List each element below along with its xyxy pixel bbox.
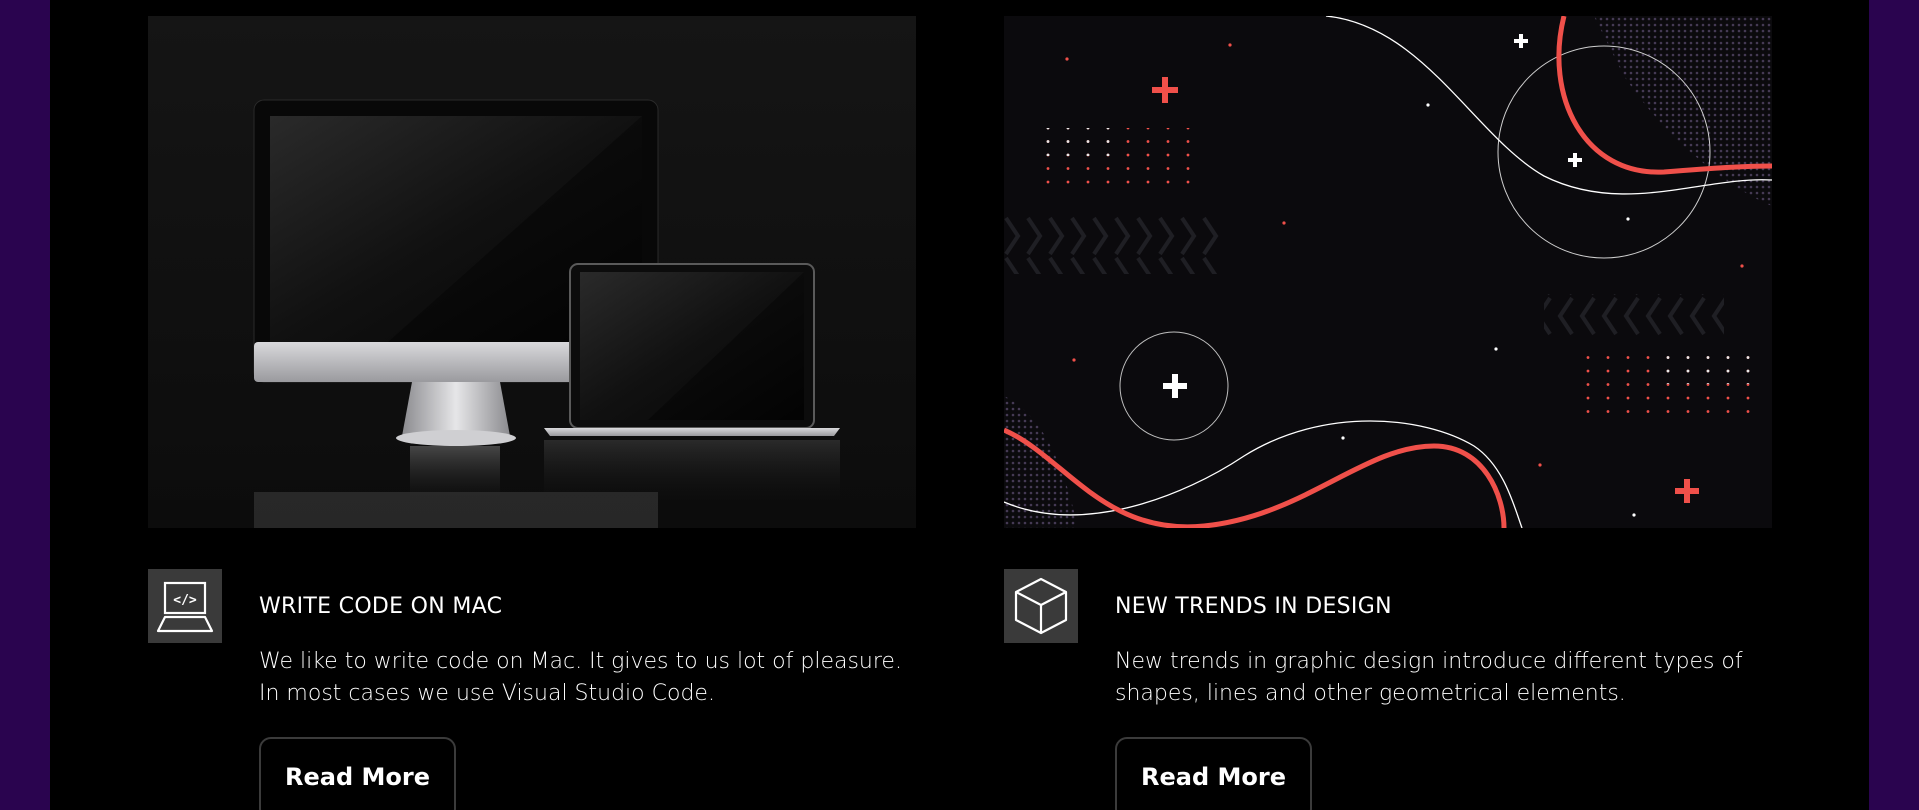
card-description-line: New trends in graphic design introduce d… [1115,649,1743,674]
card-title: WRITE CODE ON MAC [259,594,503,619]
cube-icon [1004,569,1078,643]
mac-devices-image [148,16,916,528]
read-more-button[interactable]: Read More [259,737,456,810]
geometric-design-image [1004,16,1772,528]
geometric-design-illustration [1004,16,1772,528]
card-description: New trends in graphic design introduce d… [1115,646,1755,710]
card-description-line: We like to write code on Mac. It gives t… [259,649,902,674]
page-container: </> WRITE CODE ON MAC We like to write c… [50,0,1869,810]
read-more-button[interactable]: Read More [1115,737,1312,810]
card-description-line: In most cases we use Visual Studio Code. [259,681,715,706]
card-description: We like to write code on Mac. It gives t… [259,646,902,710]
card-title: NEW TRENDS IN DESIGN [1115,594,1392,619]
svg-text:</>: </> [173,593,197,608]
mac-devices-illustration [148,16,916,528]
card-description-line: shapes, lines and other geometrical elem… [1115,681,1626,706]
laptop-code-icon: </> [148,569,222,643]
card-new-trends-in-design: NEW TRENDS IN DESIGN New trends in graph… [1004,0,1772,810]
card-write-code-on-mac: </> WRITE CODE ON MAC We like to write c… [148,0,916,810]
